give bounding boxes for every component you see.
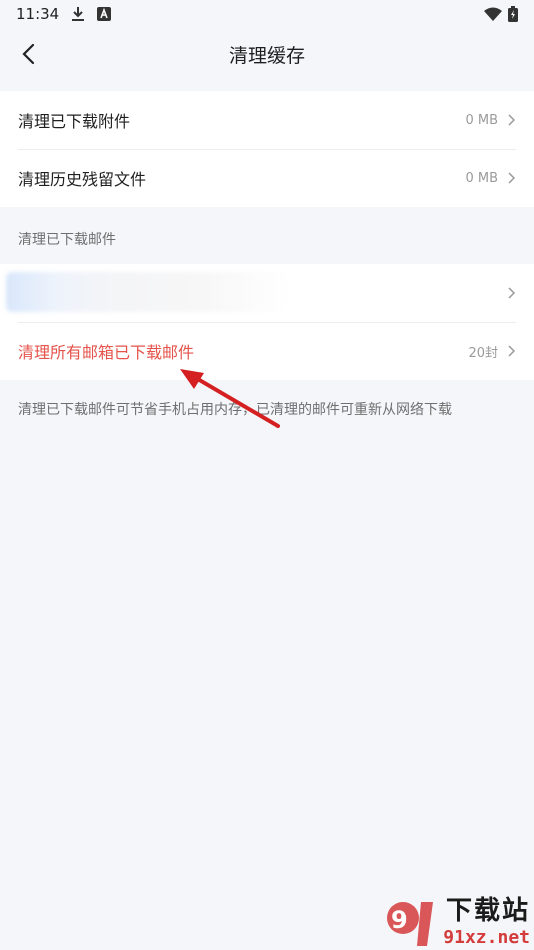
cache-group: 清理已下载附件 0 MB 清理历史残留文件 0 MB (0, 91, 534, 207)
status-right (484, 6, 518, 22)
chevron-right-icon (508, 114, 516, 126)
chevron-left-icon (22, 43, 35, 65)
info-note: 清理已下载邮件可节省手机占用内存，已清理的邮件可重新从网络下载 (18, 402, 452, 418)
watermark-logo-icon: 9 (387, 902, 434, 946)
clear-all-mailboxes-count: 20封 (468, 345, 498, 361)
downloaded-mail-group: 清理所有邮箱已下载邮件 20封 (0, 264, 534, 380)
nav-bar: 清理缓存 (0, 28, 534, 80)
wifi-icon (484, 7, 502, 21)
status-bar: 11:34 (0, 0, 534, 28)
svg-text:9: 9 (391, 906, 408, 934)
chevron-right-icon (508, 287, 516, 299)
section-label-downloaded-mail: 清理已下载邮件 (18, 232, 116, 248)
account-mail-row[interactable] (0, 264, 534, 322)
clear-residual-files-row[interactable]: 清理历史残留文件 0 MB (0, 149, 534, 207)
clear-attachments-row[interactable]: 清理已下载附件 0 MB (0, 91, 534, 149)
status-time: 11:34 (16, 5, 60, 23)
clear-all-mailboxes-label: 清理所有邮箱已下载邮件 (18, 343, 195, 362)
clear-attachments-label: 清理已下载附件 (18, 112, 131, 131)
status-left: 11:34 (16, 5, 112, 23)
back-button[interactable] (10, 36, 46, 72)
clear-residual-files-size: 0 MB (465, 170, 498, 186)
download-icon (72, 7, 85, 21)
site-watermark: 9 下载站 91xz.net (383, 890, 530, 948)
blurred-account-info (6, 272, 290, 312)
battery-icon (508, 6, 518, 22)
watermark-url: 91xz.net (443, 927, 530, 948)
chevron-right-icon (508, 345, 516, 357)
clear-residual-files-label: 清理历史残留文件 (18, 170, 147, 189)
clear-all-mailboxes-row[interactable]: 清理所有邮箱已下载邮件 20封 (0, 322, 534, 380)
a-badge-icon (97, 7, 112, 21)
watermark-title: 下载站 (445, 896, 530, 926)
page-title: 清理缓存 (228, 44, 305, 67)
chevron-right-icon (508, 172, 516, 184)
clear-attachments-size: 0 MB (465, 112, 498, 128)
